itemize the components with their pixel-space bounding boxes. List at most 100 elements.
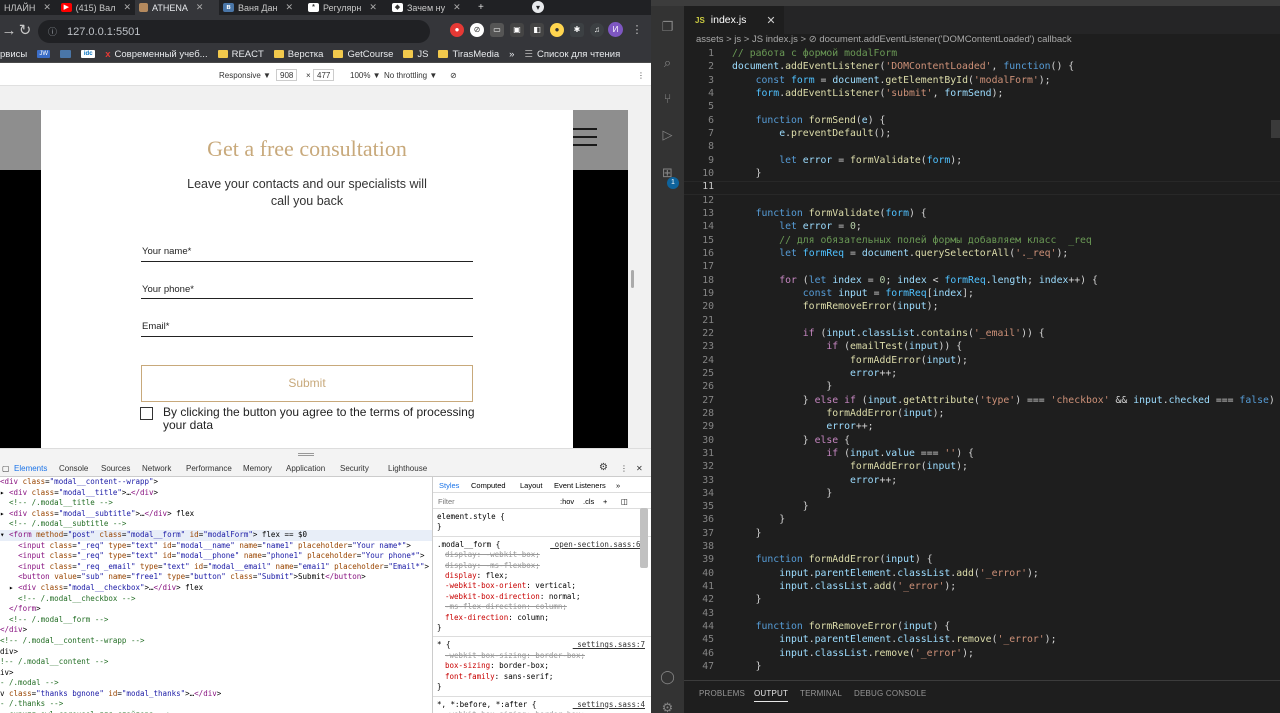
css-property[interactable]: box-sizing: border-box; — [437, 661, 647, 671]
inspect-icon[interactable]: ▢ — [2, 464, 10, 473]
bookmark-folder[interactable]: TirasMedia — [438, 49, 499, 60]
panel-tab-terminal[interactable]: TERMINAL — [800, 689, 842, 698]
breadcrumb[interactable]: assets > js > JS index.js > ⊘ document.a… — [696, 34, 1072, 47]
device-menu-icon[interactable]: ⋮ — [637, 71, 645, 80]
code-line[interactable]: 34 } — [684, 487, 1280, 500]
css-property[interactable]: -webkit-box-sizing: border-box; — [437, 651, 647, 661]
dom-node[interactable]: ▸ <div class="modal__checkbox">…</div> f… — [0, 583, 432, 594]
dom-node-selected[interactable]: ▾ <form method="post" class="modal__form… — [0, 529, 432, 541]
responsive-dropdown[interactable]: Responsive ▼ — [219, 71, 271, 80]
dom-node[interactable]: <button value="sub" name="free1" type="b… — [0, 572, 432, 583]
tab-sources[interactable]: Sources — [101, 464, 130, 473]
code-line[interactable]: 30 } else { — [684, 434, 1280, 447]
code-line[interactable]: 18 for (let index = 0; index < formReq.l… — [684, 274, 1280, 287]
dom-node[interactable]: <!-- /.modal__checkbox --> — [0, 594, 432, 605]
more-icon[interactable]: ⋮ — [620, 464, 628, 473]
css-source-link[interactable]: _settings.sass:4 — [573, 700, 645, 710]
dom-node[interactable]: </form> — [0, 604, 432, 615]
editor-tab-index-js[interactable]: JS index.js ✕ — [684, 6, 784, 34]
dom-node[interactable]: <input class="_req _email" type="text" i… — [0, 562, 432, 573]
bookmark-folder[interactable]: Верстка — [273, 49, 323, 60]
code-line[interactable]: 5 — [684, 100, 1280, 113]
close-icon[interactable]: ✕ — [123, 2, 131, 13]
code-line[interactable]: 28 formAddError(input); — [684, 407, 1280, 420]
panel-tab-problems[interactable]: PROBLEMS — [699, 689, 745, 698]
css-property[interactable]: flex-direction: column; — [437, 613, 647, 623]
panel-tab-output[interactable]: OUTPUT — [754, 689, 789, 702]
browser-tab[interactable]: ▶ (415) Вал ✕ — [57, 0, 135, 15]
css-rule[interactable]: *, *:before, *:after {_settings.sass:4-w… — [433, 697, 651, 713]
close-icon[interactable]: ✕ — [369, 2, 377, 13]
code-line[interactable]: 24 formAddError(input); — [684, 354, 1280, 367]
code-line[interactable]: 23 if (emailTest(input)) { — [684, 340, 1280, 353]
tab-performance[interactable]: Performance — [186, 464, 232, 473]
add-rule-button[interactable]: + — [603, 497, 607, 506]
phone-field[interactable] — [141, 284, 473, 298]
new-tab-button[interactable]: + — [478, 0, 484, 15]
dom-node[interactable]: !-- /.modal__content --> — [0, 657, 432, 668]
bookmark[interactable]: idc — [81, 50, 96, 58]
tab-event-listeners[interactable]: Event Listeners — [554, 481, 606, 490]
dom-node[interactable]: <!-- /.modal__title --> — [0, 498, 432, 509]
email-field[interactable] — [141, 321, 473, 335]
code-line[interactable]: 6 function formSend(e) { — [684, 114, 1280, 127]
code-line[interactable]: 11 — [684, 180, 1280, 193]
rotate-icon[interactable]: ⊘ — [450, 71, 457, 80]
code-line[interactable]: 19 const input = formReq[index]; — [684, 287, 1280, 300]
code-line[interactable]: 44 function formRemoveError(input) { — [684, 620, 1280, 633]
bookmark[interactable]: x Современный учеб... — [105, 49, 207, 60]
code-line[interactable]: 43 — [684, 607, 1280, 620]
dom-node[interactable]: div> — [0, 647, 432, 658]
close-icon[interactable]: ✕ — [196, 2, 204, 13]
bookmark[interactable] — [60, 50, 72, 58]
close-icon[interactable]: ✕ — [766, 14, 775, 27]
bookmark[interactable]: JW — [37, 50, 51, 58]
code-line[interactable]: 35 } — [684, 500, 1280, 513]
extension-icon[interactable]: ▣ — [510, 23, 524, 37]
browser-tab[interactable]: НЛАЙН ✕ — [0, 0, 57, 15]
bookmark-folder[interactable]: JS — [403, 49, 428, 60]
code-line[interactable]: 10 } — [684, 167, 1280, 180]
css-property[interactable]: display: -ms-flexbox; — [437, 561, 647, 571]
code-line[interactable]: 4 form.addEventListener('submit', formSe… — [684, 87, 1280, 100]
browser-tab[interactable]: в Ваня Дан ✕ — [219, 0, 304, 15]
code-line[interactable]: 42 } — [684, 593, 1280, 606]
code-line[interactable]: 27 } else if (input.getAttribute('type')… — [684, 394, 1280, 407]
viewport-height-input[interactable]: 477 — [313, 69, 335, 81]
viewport-resize-handle[interactable] — [628, 110, 638, 448]
code-line[interactable]: 45 input.parentElement.classList.remove(… — [684, 633, 1280, 646]
source-control-icon[interactable]: ⑂ — [659, 90, 676, 107]
css-property[interactable]: display: flex; — [437, 571, 647, 581]
extension-icon[interactable]: ◧ — [530, 23, 544, 37]
dom-node[interactable]: <div class="modal__content--wrapp"> — [0, 477, 432, 488]
throttle-dropdown[interactable]: No throttling ▼ — [384, 71, 437, 80]
code-line[interactable]: 32 formAddError(input); — [684, 460, 1280, 473]
viewport-width-input[interactable]: 908 — [276, 69, 298, 81]
css-property[interactable]: font-family: sans-serif; — [437, 672, 647, 682]
code-line[interactable]: 8 — [684, 140, 1280, 153]
close-icon[interactable]: ✕ — [453, 2, 461, 13]
styles-filter-input[interactable]: Filter — [438, 497, 455, 506]
more-tabs-button[interactable]: » — [616, 481, 620, 490]
tab-security[interactable]: Security — [340, 464, 369, 473]
extensions-puzzle-icon[interactable]: ✱ — [570, 23, 584, 37]
zoom-dropdown[interactable]: 100% ▼ — [350, 71, 381, 80]
avatar[interactable]: И — [608, 22, 623, 37]
hov-button[interactable]: :hov — [560, 497, 574, 506]
code-line[interactable]: 9 let error = formValidate(form); — [684, 154, 1280, 167]
tab-console[interactable]: Console — [59, 464, 88, 473]
dom-node[interactable]: </div> — [0, 625, 432, 636]
explorer-icon[interactable]: ❐ — [659, 18, 676, 35]
css-rule[interactable]: .modal__form {_open-section.sass:69 displ… — [433, 537, 651, 638]
css-source-link[interactable]: _open-section.sass:69 — [550, 540, 645, 550]
code-line[interactable]: 46 input.classList.remove('_error'); — [684, 647, 1280, 660]
dom-node[interactable]: ▸ <div class="modal__subtitle">…</div> f… — [0, 509, 432, 520]
dom-node[interactable]: <input class="_req" type="text" id="moda… — [0, 541, 432, 552]
run-debug-icon[interactable]: ▷ — [659, 126, 676, 143]
dom-node[interactable]: ▸ <div class="modal__title">…</div> — [0, 488, 432, 499]
bookmark-folder[interactable]: GetCourse — [333, 49, 393, 60]
code-line[interactable]: 13 function formValidate(form) { — [684, 207, 1280, 220]
toggle-sidebar-icon[interactable]: ◫ — [621, 497, 628, 506]
tab-computed[interactable]: Computed — [471, 481, 506, 490]
styles-scrollbar[interactable] — [640, 508, 648, 568]
